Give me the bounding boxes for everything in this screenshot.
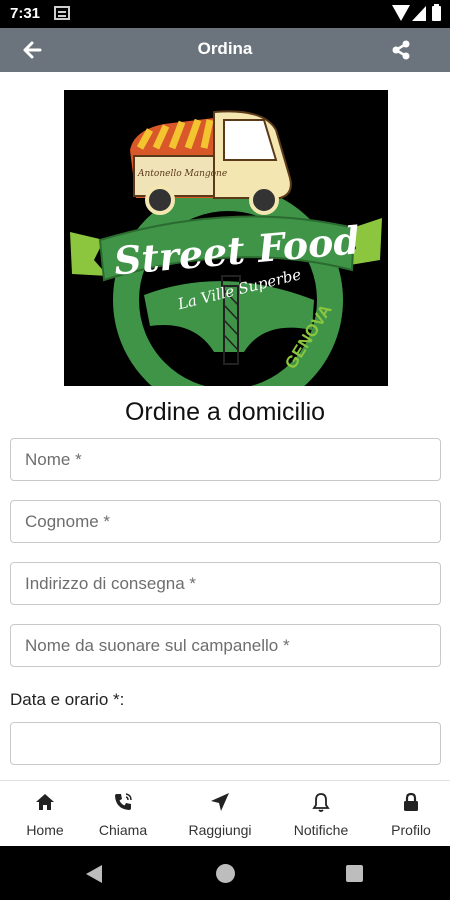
phone-icon [115, 793, 132, 810]
system-nav-bar [0, 846, 450, 900]
doorbell-name-field[interactable] [10, 624, 441, 667]
nav-label-call: Chiama [98, 822, 148, 838]
status-bar: 7:31 [0, 0, 450, 28]
nav-item-home[interactable]: Home [0, 781, 90, 847]
last-name-field[interactable] [10, 500, 441, 543]
status-time: 7:31 [10, 5, 41, 22]
share-button[interactable] [388, 37, 414, 63]
battery-icon [432, 4, 441, 21]
nav-item-notifications[interactable]: Notifiche [276, 781, 366, 847]
system-back-icon[interactable] [86, 865, 102, 883]
nav-label-profile: Profilo [391, 822, 431, 838]
app-bar: Ordina [0, 28, 450, 72]
wifi-icon [392, 5, 410, 21]
nav-item-profile[interactable]: Profilo [366, 781, 450, 847]
system-home-icon[interactable] [216, 864, 235, 883]
lock-icon [404, 792, 418, 811]
first-name-field[interactable] [10, 438, 441, 481]
location-arrow-icon [211, 793, 229, 811]
nav-label-reach: Raggiungi [188, 822, 252, 838]
bell-icon [312, 793, 330, 812]
page-title: Ordina [197, 39, 253, 58]
nav-item-call[interactable]: Chiama [78, 781, 168, 847]
nav-label-home: Home [26, 822, 64, 838]
street-food-logo: Antonello Mangone Street Food La Ville S… [64, 90, 388, 386]
home-icon [36, 794, 54, 810]
logo-truck-sign: Antonello Mangone [137, 169, 227, 179]
datetime-label: Data e orario *: [10, 690, 125, 709]
signal-icon [412, 6, 426, 21]
delivery-address-field[interactable] [10, 562, 441, 605]
bottom-nav: Home Chiama Raggiungi Notifiche Profilo [0, 780, 450, 846]
nav-item-reach[interactable]: Raggiungi [175, 781, 265, 847]
datetime-field[interactable] [10, 722, 441, 765]
notification-icon [54, 6, 70, 20]
system-recents-icon[interactable] [346, 865, 363, 882]
nav-label-notifications: Notifiche [293, 822, 349, 838]
form-heading: Ordine a domicilio [124, 398, 326, 426]
share-icon [392, 40, 410, 60]
